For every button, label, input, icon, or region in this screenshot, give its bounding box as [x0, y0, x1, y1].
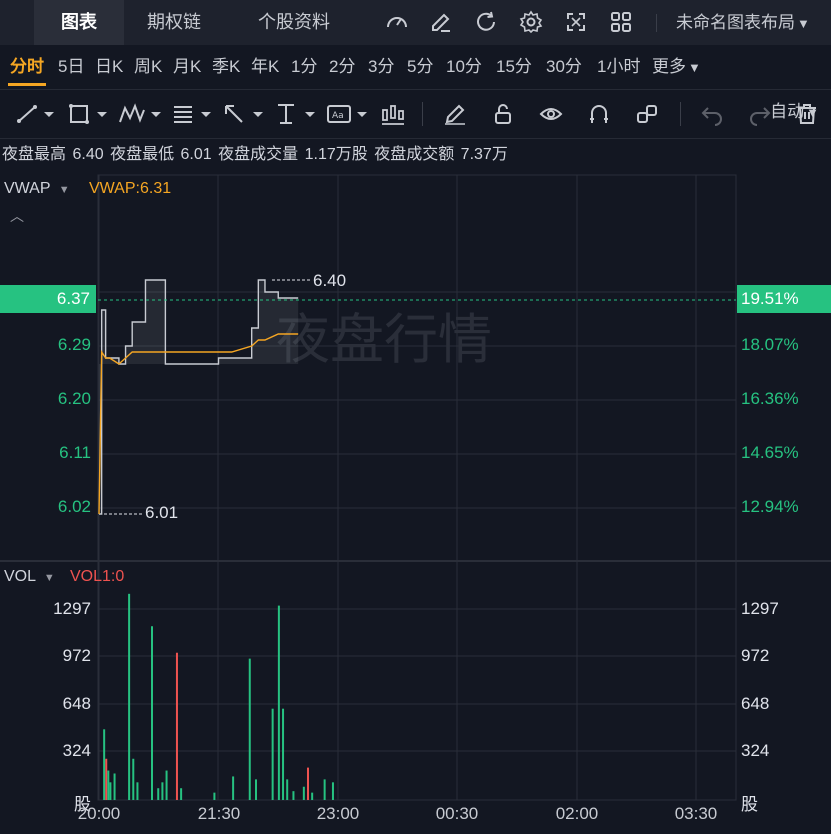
volume-bar	[255, 779, 257, 800]
volume-tick: 324	[62, 741, 91, 760]
volume-bar	[103, 729, 106, 800]
volume-bar	[277, 605, 280, 800]
time-tick: 03:30	[674, 804, 718, 823]
volume-bar	[232, 776, 235, 800]
low-marker-label: 6.01	[145, 503, 179, 522]
chart-grid	[0, 174, 831, 801]
vol-label: VOL	[4, 568, 36, 585]
volume-bar	[282, 708, 285, 800]
vwap-label: VWAP	[4, 180, 51, 197]
high-marker-label: 6.40	[313, 271, 347, 290]
price-tick: 6.20	[57, 389, 91, 408]
volume-bar	[107, 770, 110, 800]
vol-value: VOL1:0	[70, 568, 125, 585]
volume-bar	[180, 788, 183, 800]
price-tick: 6.11	[59, 443, 91, 462]
vol-indicator-label[interactable]: VOL ▼	[4, 568, 55, 586]
volume-bar	[311, 792, 314, 800]
percent-tick: 16.36%	[741, 389, 799, 408]
time-tick: 00:30	[435, 804, 479, 823]
volume-bar	[109, 782, 112, 800]
vwap-indicator-label[interactable]: VWAP ▼	[4, 180, 70, 198]
volume-bar	[161, 782, 164, 800]
price-area	[99, 280, 299, 514]
volume-bar	[165, 770, 168, 800]
volume-bar	[271, 708, 274, 800]
current-change-tag: 19.51%	[737, 285, 831, 313]
volume-bar	[302, 786, 305, 800]
chevron-down-icon: ▼	[58, 184, 70, 196]
current-price-tag: 6.37	[0, 285, 96, 313]
volume-tick: 648	[62, 694, 91, 713]
vwap-value: VWAP:6.31	[89, 180, 172, 197]
volume-bar	[307, 767, 309, 800]
volume-bar	[331, 782, 334, 800]
volume-tick: 324	[741, 741, 770, 760]
chart-frame	[97, 174, 737, 801]
volume-bar	[157, 788, 160, 800]
time-tick: 20:00	[77, 804, 121, 823]
percent-tick: 18.07%	[741, 335, 799, 354]
volume-bar	[151, 626, 153, 800]
volume-bar	[323, 779, 326, 800]
volume-bar	[286, 779, 289, 800]
volume-tick: 1297	[741, 599, 779, 618]
price-tick: 6.02	[57, 497, 91, 516]
volume-tick: 972	[62, 646, 91, 665]
volume-bar	[175, 652, 178, 800]
volume-bar	[213, 792, 216, 800]
volume-bar	[132, 758, 135, 800]
watermark: 夜盘行情	[276, 308, 492, 371]
percent-tick: 14.65%	[741, 443, 799, 462]
volume-bar	[128, 593, 131, 800]
volume-tick: 972	[741, 646, 770, 665]
time-tick: 21:30	[197, 804, 241, 823]
volume-unit: 股	[741, 795, 758, 814]
volume-tick: 1297	[53, 599, 91, 618]
volume-bar	[248, 658, 251, 800]
volume-bar	[105, 758, 108, 800]
collapse-chevron-icon[interactable]: ︿	[10, 206, 24, 226]
price-volume-chart[interactable]: 夜盘行情	[0, 0, 831, 834]
chevron-down-icon: ▼	[43, 572, 55, 584]
volume-bar	[136, 782, 139, 800]
volume-bar	[113, 773, 116, 800]
volume-bar	[292, 791, 295, 800]
percent-tick: 12.94%	[741, 497, 799, 516]
time-tick: 02:00	[555, 804, 599, 823]
time-tick: 23:00	[316, 804, 360, 823]
price-tick: 6.29	[57, 335, 91, 354]
volume-tick: 648	[741, 694, 770, 713]
